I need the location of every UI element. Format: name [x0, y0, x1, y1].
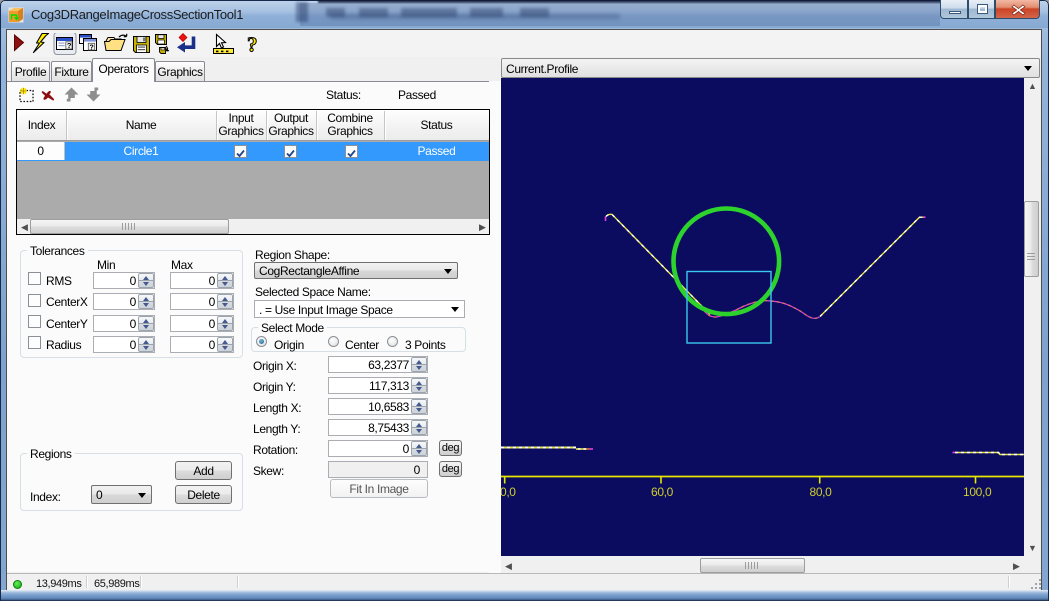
svg-text:?: ? — [90, 44, 94, 51]
svg-text:60,0: 60,0 — [651, 485, 674, 499]
svg-text:100,0: 100,0 — [963, 485, 992, 499]
svg-text:80,0: 80,0 — [810, 485, 833, 499]
svg-text:?: ? — [247, 33, 257, 55]
svg-text:0,0: 0,0 — [501, 485, 516, 499]
